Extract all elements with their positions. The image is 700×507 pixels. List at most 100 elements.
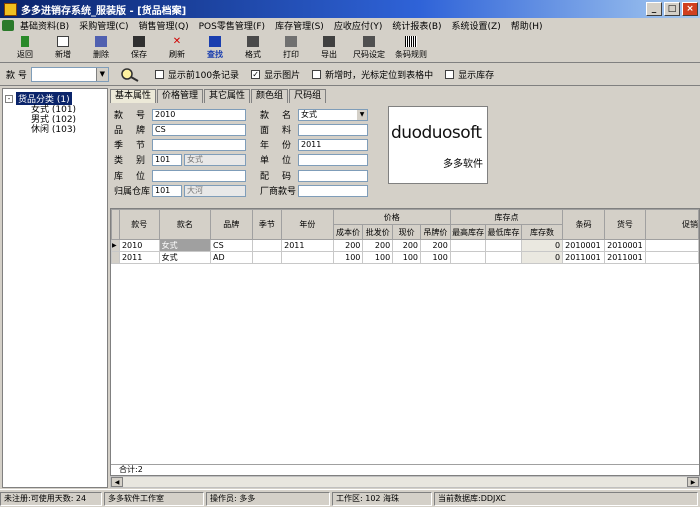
tree-item-men[interactable]: 男式 (102) [5, 115, 105, 125]
cell-year[interactable] [281, 251, 334, 264]
menu-receivable[interactable]: 应收应付(Y) [334, 19, 383, 32]
year-field[interactable]: 2011 [298, 138, 368, 151]
menu-basic-data[interactable]: 基础资料(B) [20, 19, 69, 32]
collapse-icon[interactable]: - [5, 94, 13, 103]
cell-max-stock[interactable] [449, 239, 487, 252]
show-stock-checkbox[interactable]: 显示库存 [445, 68, 494, 81]
show-100-box[interactable] [154, 70, 164, 79]
location-field[interactable] [152, 169, 246, 182]
col-barcode[interactable]: 条码 [562, 209, 606, 240]
col-stock[interactable]: 库存数 [520, 224, 564, 240]
print-button[interactable]: 打印 [272, 33, 310, 62]
unit-field[interactable] [298, 153, 368, 166]
cell-max-stock[interactable] [449, 251, 487, 264]
add-button[interactable]: 新增 [44, 33, 82, 62]
cell-min-stock[interactable] [485, 251, 522, 264]
cell-year[interactable]: 2011 [281, 239, 334, 252]
tree-item-women[interactable]: 女式 (101) [5, 105, 105, 115]
style-no-field[interactable]: 2010 [152, 108, 246, 121]
show-image-box[interactable]: ✓ [251, 70, 261, 79]
vendor-no-field[interactable] [298, 184, 368, 197]
menu-help[interactable]: 帮助(H) [511, 19, 543, 32]
export-button[interactable]: 导出 [310, 33, 348, 62]
minimize-button[interactable]: _ [646, 2, 662, 16]
back-button[interactable]: 返回 [6, 33, 44, 62]
col-style-no[interactable]: 款号 [118, 209, 160, 240]
delete-button[interactable]: 删除 [82, 33, 120, 62]
cell-stock[interactable]: 0 [520, 251, 564, 264]
category-code-field[interactable]: 101 [152, 153, 182, 166]
tree-root-label[interactable]: 货品分类 (1) [16, 92, 72, 105]
cursor-on-add-box[interactable] [312, 70, 322, 79]
col-cost[interactable]: 成本价 [332, 224, 364, 240]
search-button[interactable] [119, 67, 141, 83]
cell-style-name[interactable]: 女式 [158, 251, 212, 264]
menu-sales[interactable]: 销售管理(Q) [139, 19, 189, 32]
restore-button[interactable]: □ [664, 2, 680, 16]
col-current[interactable]: 现价 [392, 224, 422, 240]
cell-promo[interactable] [644, 239, 699, 252]
cell-style-no[interactable]: 2011 [118, 251, 160, 264]
cell-stock[interactable]: 0 [520, 239, 564, 252]
col-tag[interactable]: 吊牌价 [420, 224, 451, 240]
save-button[interactable]: 保存 [120, 33, 158, 62]
col-max-stock[interactable]: 最高库存 [449, 224, 487, 240]
cell-item-no[interactable]: 2010001 [604, 239, 646, 252]
style-name-select[interactable]: 女式 ▼ [298, 108, 368, 121]
menu-pos[interactable]: POS零售管理(F) [199, 19, 265, 32]
cell-barcode[interactable]: 2010001 [562, 239, 606, 252]
style-no-search-combo[interactable]: ▼ [30, 67, 109, 82]
cell-brand[interactable]: AD [210, 251, 253, 264]
cell-current[interactable]: 100 [392, 251, 422, 264]
menu-purchase[interactable]: 采购管理(C) [79, 19, 128, 32]
cell-cost[interactable]: 200 [332, 239, 364, 252]
cell-style-no[interactable]: 2010 [118, 239, 160, 252]
cell-promo[interactable] [644, 251, 699, 264]
cell-min-stock[interactable] [485, 239, 522, 252]
horizontal-scrollbar[interactable]: ◀ ▶ [110, 476, 700, 488]
chevron-down-icon[interactable]: ▼ [357, 109, 367, 120]
col-brand[interactable]: 品牌 [210, 209, 253, 240]
cell-cost[interactable]: 100 [332, 251, 364, 264]
tab-color-group[interactable]: 颜色组 [251, 89, 289, 103]
col-style-name[interactable]: 款名 [158, 209, 212, 240]
refresh-button[interactable]: ✕ 刷新 [158, 33, 196, 62]
col-year[interactable]: 年份 [281, 209, 334, 240]
cell-item-no[interactable]: 2011001 [604, 251, 646, 264]
cell-tag[interactable]: 200 [420, 239, 451, 252]
table-row[interactable]: 2011 女式 AD 100 100 100 100 0 2011001 201… [111, 251, 699, 264]
show-stock-box[interactable] [445, 70, 455, 79]
cell-season[interactable] [251, 239, 283, 252]
scroll-left-icon[interactable]: ◀ [111, 477, 123, 487]
barcode-rule-button[interactable]: 条码规则 [390, 33, 432, 62]
menu-inventory[interactable]: 库存管理(S) [275, 19, 324, 32]
brand-field[interactable]: CS [152, 123, 246, 136]
tab-other[interactable]: 其它属性 [204, 89, 251, 103]
cell-wholesale[interactable]: 100 [362, 251, 394, 264]
fabric-field[interactable] [298, 123, 368, 136]
table-row[interactable]: ▶ 2010 女式 CS 2011 200 200 200 200 0 2010… [111, 239, 699, 252]
find-button[interactable]: 查找 [196, 33, 234, 62]
cell-season[interactable] [251, 251, 283, 264]
format-button[interactable]: 格式 [234, 33, 272, 62]
match-field[interactable] [298, 169, 368, 182]
menu-reports[interactable]: 统计报表(B) [392, 19, 441, 32]
menu-settings[interactable]: 系统设置(Z) [452, 19, 501, 32]
cell-brand[interactable]: CS [210, 239, 253, 252]
tree-item-casual[interactable]: 休闲 (103) [5, 125, 105, 135]
col-wholesale[interactable]: 批发价 [362, 224, 394, 240]
cell-wholesale[interactable]: 200 [362, 239, 394, 252]
tab-basic[interactable]: 基本属性 [110, 89, 157, 103]
close-button[interactable]: × [682, 2, 698, 16]
show-image-checkbox[interactable]: ✓ 显示图片 [251, 68, 300, 81]
cell-barcode[interactable]: 2011001 [562, 251, 606, 264]
season-field[interactable] [152, 138, 246, 151]
size-setting-button[interactable]: 尺码设定 [348, 33, 390, 62]
warehouse-code-field[interactable]: 101 [152, 184, 182, 197]
cell-current[interactable]: 200 [392, 239, 422, 252]
tab-size-group[interactable]: 尺码组 [289, 89, 327, 103]
menu-logo-icon[interactable] [2, 20, 14, 31]
cell-style-name[interactable]: 女式 [158, 239, 212, 252]
col-season[interactable]: 季节 [251, 209, 283, 240]
col-promo[interactable]: 促销 [644, 209, 699, 240]
